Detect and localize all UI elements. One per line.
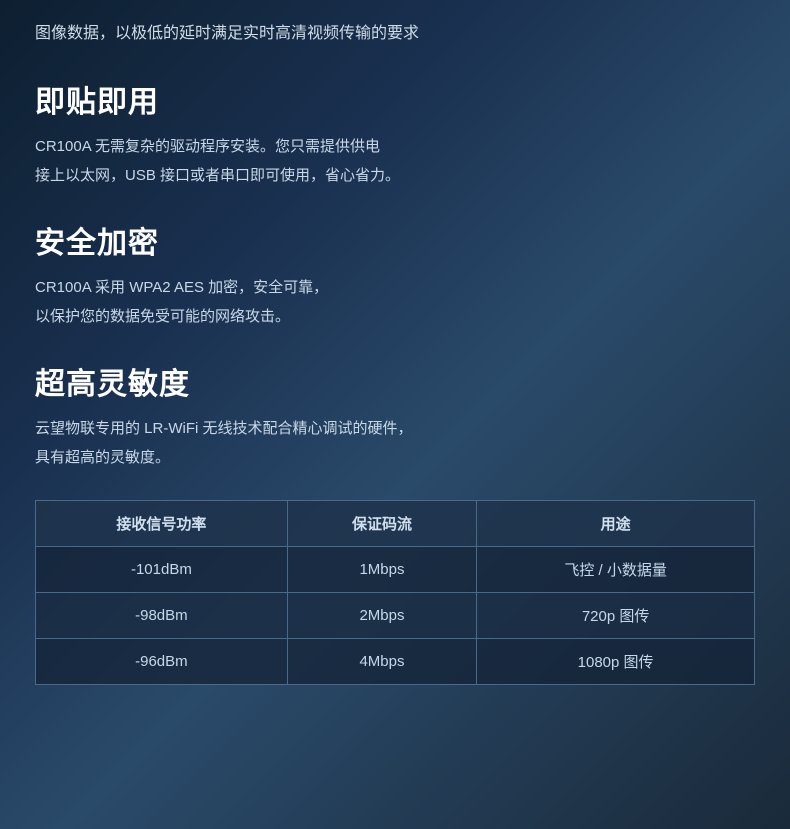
- section-sensitivity: 超高灵敏度 云望物联专用的 LR-WiFi 无线技术配合精心调试的硬件， 具有超…: [35, 359, 755, 472]
- signal-table: 接收信号功率 保证码流 用途 -101dBm 1Mbps 飞控 / 小数据量 -…: [35, 500, 755, 685]
- section-title-instant-use: 即贴即用: [35, 77, 755, 121]
- signal-power-3: -96dBm: [36, 639, 288, 685]
- instant-use-line1: CR100A 无需复杂的驱动程序安装。您只需提供供电: [35, 133, 755, 162]
- bitrate-3: 4Mbps: [287, 639, 476, 685]
- sensitivity-line2: 具有超高的灵敏度。: [35, 444, 755, 473]
- section-body-sensitivity: 云望物联专用的 LR-WiFi 无线技术配合精心调试的硬件， 具有超高的灵敏度。: [35, 415, 755, 472]
- header-guaranteed-bitrate: 保证码流: [287, 501, 476, 547]
- table-row: -96dBm 4Mbps 1080p 图传: [36, 639, 755, 685]
- security-line1: CR100A 采用 WPA2 AES 加密，安全可靠，: [35, 274, 755, 303]
- section-instant-use: 即贴即用 CR100A 无需复杂的驱动程序安装。您只需提供供电 接上以太网，US…: [35, 77, 755, 190]
- table-body: -101dBm 1Mbps 飞控 / 小数据量 -98dBm 2Mbps 720…: [36, 547, 755, 685]
- section-security: 安全加密 CR100A 采用 WPA2 AES 加密，安全可靠， 以保护您的数据…: [35, 218, 755, 331]
- use-case-1: 飞控 / 小数据量: [477, 547, 755, 593]
- header-signal-power: 接收信号功率: [36, 501, 288, 547]
- section-title-sensitivity: 超高灵敏度: [35, 359, 755, 403]
- signal-power-2: -98dBm: [36, 593, 288, 639]
- section-body-security: CR100A 采用 WPA2 AES 加密，安全可靠， 以保护您的数据免受可能的…: [35, 274, 755, 331]
- section-title-security: 安全加密: [35, 218, 755, 262]
- header-use-case: 用途: [477, 501, 755, 547]
- use-case-3: 1080p 图传: [477, 639, 755, 685]
- section-body-instant-use: CR100A 无需复杂的驱动程序安装。您只需提供供电 接上以太网，USB 接口或…: [35, 133, 755, 190]
- bitrate-1: 1Mbps: [287, 547, 476, 593]
- sensitivity-line1: 云望物联专用的 LR-WiFi 无线技术配合精心调试的硬件，: [35, 415, 755, 444]
- security-line2: 以保护您的数据免受可能的网络攻击。: [35, 303, 755, 332]
- table-row: -101dBm 1Mbps 飞控 / 小数据量: [36, 547, 755, 593]
- table-header: 接收信号功率 保证码流 用途: [36, 501, 755, 547]
- bitrate-2: 2Mbps: [287, 593, 476, 639]
- table-section: 接收信号功率 保证码流 用途 -101dBm 1Mbps 飞控 / 小数据量 -…: [35, 500, 755, 685]
- table-row: -98dBm 2Mbps 720p 图传: [36, 593, 755, 639]
- table-header-row: 接收信号功率 保证码流 用途: [36, 501, 755, 547]
- intro-text: 图像数据，以极低的延时满足实时高清视频传输的要求: [35, 20, 755, 47]
- instant-use-line2: 接上以太网，USB 接口或者串口即可使用，省心省力。: [35, 162, 755, 191]
- content-wrapper: 图像数据，以极低的延时满足实时高清视频传输的要求 即贴即用 CR100A 无需复…: [0, 0, 790, 715]
- use-case-2: 720p 图传: [477, 593, 755, 639]
- signal-power-1: -101dBm: [36, 547, 288, 593]
